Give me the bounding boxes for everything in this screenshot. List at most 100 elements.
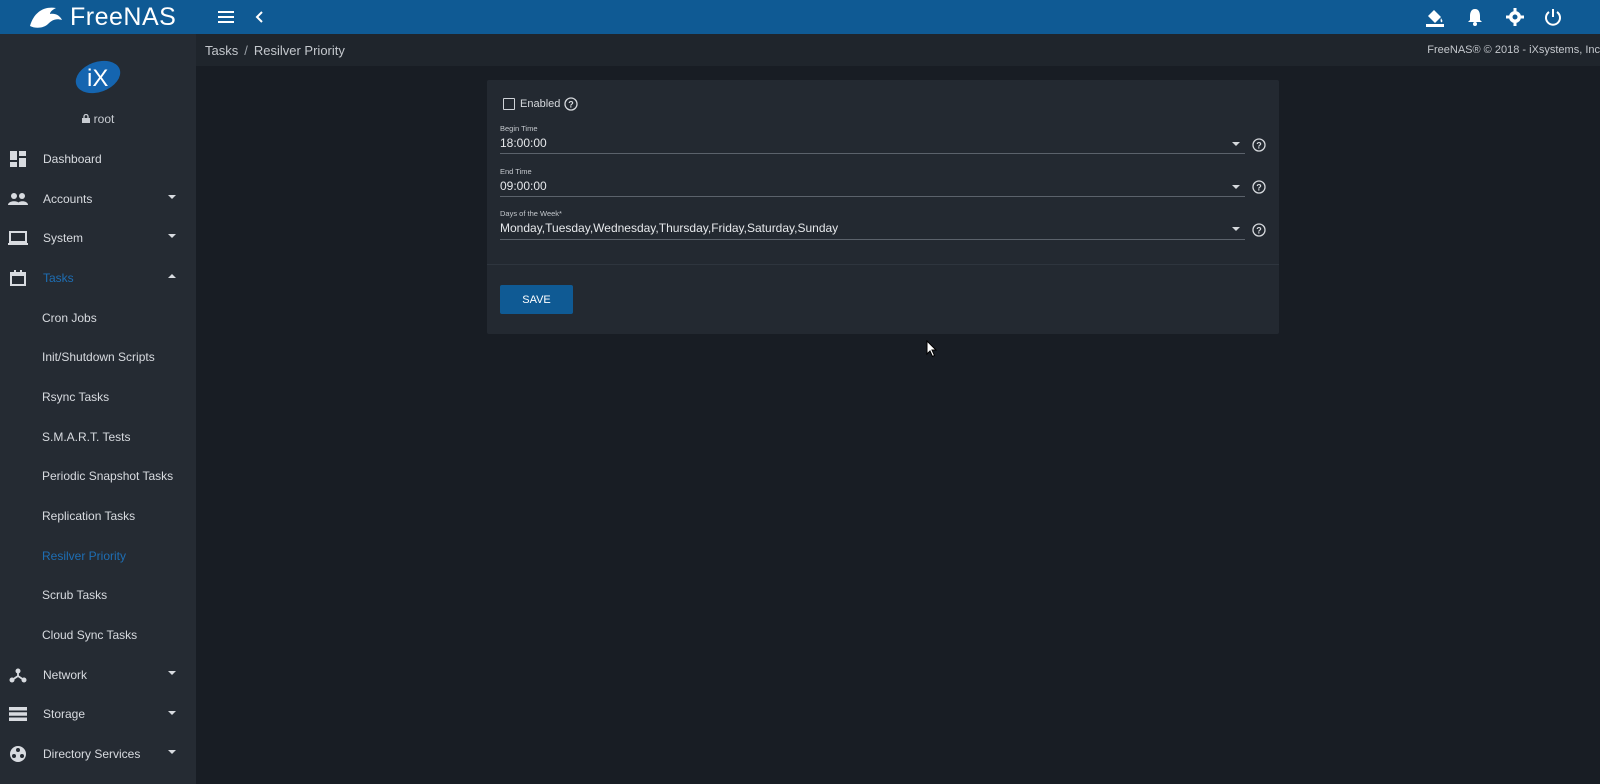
chevron-down-icon (168, 750, 176, 755)
svg-text:?: ? (1256, 183, 1262, 193)
help-icon[interactable]: ? (1252, 223, 1266, 237)
network-icon (8, 665, 28, 685)
days-of-week-label: Days of the Week* (500, 209, 562, 218)
sidebar-item-smart-tests[interactable]: S.M.A.R.T. Tests (0, 417, 196, 457)
freenas-shark-logo-icon (30, 7, 62, 28)
field-underline (500, 196, 1245, 197)
breadcrumb-current: Resilver Priority (253, 43, 345, 58)
begin-time-label: Begin Time (500, 124, 538, 133)
sidebar-item-label: Periodic Snapshot Tasks (42, 469, 174, 484)
enabled-row: Enabled ? (503, 97, 579, 111)
enabled-label: Enabled (520, 98, 561, 110)
field-underline (500, 239, 1245, 240)
sidebar-item-storage[interactable]: Storage (0, 695, 196, 735)
user-label: root (0, 112, 196, 126)
chevron-down-icon (168, 194, 176, 199)
breadcrumb: Tasks / Resilver Priority (205, 43, 345, 58)
app-name: FreeNAS (70, 2, 177, 31)
lock-icon (81, 112, 90, 126)
menu-toggle-button[interactable] (211, 0, 241, 34)
sidebar-item-label: Scrub Tasks (42, 588, 108, 603)
sidebar-item-rsync-tasks[interactable]: Rsync Tasks (0, 377, 196, 417)
help-icon[interactable]: ? (564, 97, 579, 111)
notifications-button[interactable] (1460, 0, 1490, 34)
directory-icon (8, 744, 28, 764)
chevron-down-icon (168, 670, 176, 675)
sidebar-item-label: S.M.A.R.T. Tests (42, 429, 131, 444)
sidebar-item-label: Dashboard (43, 151, 102, 166)
sidebar-item-resilver-priority[interactable]: Resilver Priority (0, 536, 196, 576)
help-icon[interactable]: ? (1252, 180, 1266, 194)
end-time-select[interactable]: 09:00:00 (500, 179, 1245, 194)
dropdown-arrow-icon[interactable] (1232, 142, 1240, 146)
sidebar-item-replication-tasks[interactable]: Replication Tasks (0, 496, 196, 536)
sidebar-item-label: Accounts (43, 191, 93, 206)
settings-button[interactable] (1500, 0, 1530, 34)
mouse-cursor-icon (926, 340, 938, 358)
svg-text:iX: iX (87, 65, 108, 92)
sidebar-item-dashboard[interactable]: Dashboard (0, 139, 196, 179)
collapse-sidebar-button[interactable] (244, 0, 274, 34)
svg-text:?: ? (1256, 141, 1262, 151)
sidebar-item-label: Init/Shutdown Scripts (42, 350, 155, 365)
calendar-icon (8, 268, 28, 288)
theme-paint-bucket-icon (1426, 10, 1444, 27)
sidebar-item-label: Cloud Sync Tasks (42, 628, 138, 643)
days-of-week-select[interactable]: Monday,Tuesday,Wednesday,Thursday,Friday… (500, 221, 1245, 236)
enabled-checkbox[interactable] (503, 98, 515, 110)
svg-text:?: ? (1256, 226, 1262, 236)
chevron-down-icon (168, 710, 176, 715)
sidebar-item-accounts[interactable]: Accounts (0, 179, 196, 219)
dropdown-arrow-icon[interactable] (1232, 227, 1240, 231)
sidebar-item-network[interactable]: Network (0, 655, 196, 695)
begin-time-select[interactable]: 18:00:00 (500, 136, 1245, 151)
dropdown-arrow-icon[interactable] (1232, 185, 1240, 189)
sidebar-item-scrub-tasks[interactable]: Scrub Tasks (0, 576, 196, 616)
end-time-label: End Time (500, 167, 532, 176)
menu-icon (218, 11, 234, 23)
bell-icon (1468, 9, 1482, 26)
sidebar-item-system[interactable]: System (0, 218, 196, 258)
gear-icon (1506, 8, 1524, 26)
sidebar-item-label: Storage (43, 707, 86, 722)
help-icon[interactable]: ? (1252, 138, 1266, 152)
sidebar-item-label: Directory Services (43, 747, 141, 762)
back-chevron-icon (255, 11, 263, 23)
sidebar-item-directory-services[interactable]: Directory Services (0, 734, 196, 774)
sidebar-item-label: Cron Jobs (42, 310, 97, 325)
breadcrumb-separator: / (244, 43, 248, 58)
resilver-priority-form: Enabled ? Begin Time 18:00:00 ? End Time… (487, 80, 1279, 334)
freenas-logo[interactable]: FreeNAS (26, 0, 176, 34)
laptop-icon (8, 228, 28, 248)
sidebar-nav: Dashboard Accounts System Tasks Cron Job… (0, 139, 196, 774)
storage-icon (8, 704, 28, 724)
sidebar-item-label: Tasks (43, 270, 74, 285)
sidebar-item-cloud-sync-tasks[interactable]: Cloud Sync Tasks (0, 615, 196, 655)
dashboard-icon (8, 149, 28, 169)
power-button[interactable] (1538, 0, 1568, 34)
sidebar: iX root Dashboard Accounts System Tasks … (0, 34, 196, 784)
breadcrumb-bar: Tasks / Resilver Priority FreeNAS® © 2018 … (196, 34, 1600, 66)
sidebar-item-periodic-snapshot-tasks[interactable]: Periodic Snapshot Tasks (0, 457, 196, 497)
sidebar-item-label: Resilver Priority (42, 548, 127, 563)
chevron-down-icon (168, 234, 176, 239)
sidebar-item-label: Replication Tasks (42, 509, 136, 524)
ix-logo-avatar: iX (75, 60, 121, 94)
form-divider (487, 264, 1279, 265)
chevron-up-icon (168, 274, 176, 279)
sidebar-item-label: Rsync Tasks (42, 389, 110, 404)
power-icon (1545, 9, 1561, 26)
days-of-week-field[interactable]: Days of the Week* Monday,Tuesday,Wednesd… (500, 209, 1266, 240)
sidebar-item-tasks[interactable]: Tasks (0, 258, 196, 298)
field-underline (500, 153, 1245, 154)
sidebar-item-label: System (43, 231, 84, 246)
theme-button[interactable] (1420, 0, 1450, 34)
top-bar: FreeNAS (0, 0, 1600, 34)
save-button[interactable]: SAVE (500, 285, 573, 314)
begin-time-field[interactable]: Begin Time 18:00:00 ? (500, 124, 1266, 154)
end-time-field[interactable]: End Time 09:00:00 ? (500, 167, 1266, 197)
sidebar-item-cron-jobs[interactable]: Cron Jobs (0, 298, 196, 338)
breadcrumb-parent[interactable]: Tasks (205, 43, 238, 58)
sidebar-item-init-shutdown-scripts[interactable]: Init/Shutdown Scripts (0, 337, 196, 377)
username: root (93, 112, 115, 126)
